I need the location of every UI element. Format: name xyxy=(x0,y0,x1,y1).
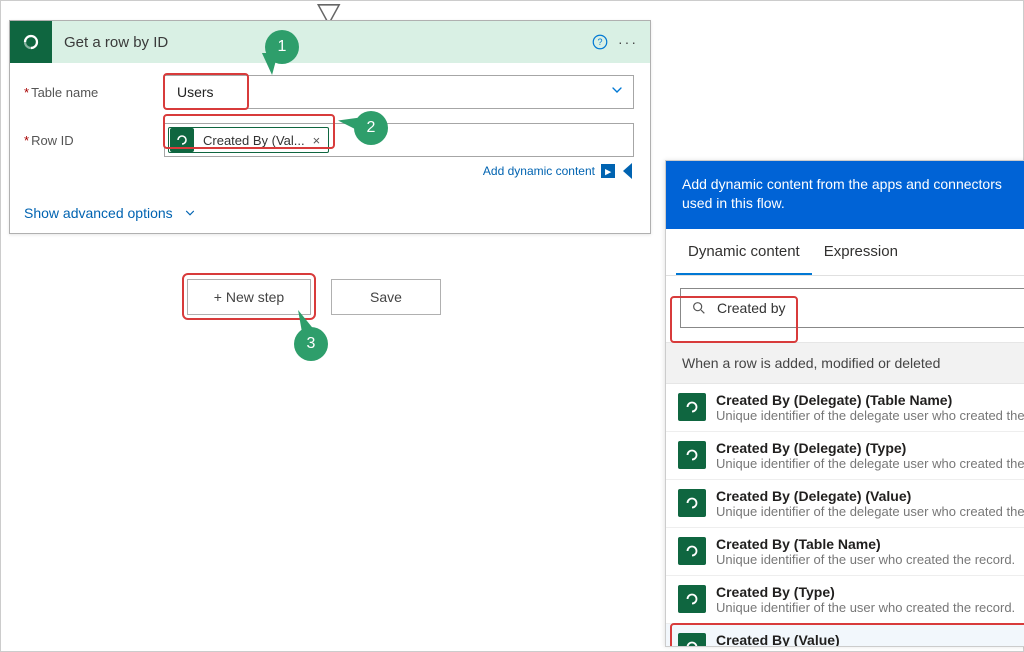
field-row-id: *Row ID Created By (Val... × xyxy=(24,123,634,157)
dataverse-icon xyxy=(678,489,706,517)
table-name-label: *Table name xyxy=(24,85,164,100)
callout-badge-2: 2 xyxy=(354,111,388,145)
save-button[interactable]: Save xyxy=(331,279,441,315)
callout-badge-1: 1 xyxy=(265,30,299,64)
list-item[interactable]: Created By (Type) Unique identifier of t… xyxy=(666,576,1024,624)
add-dynamic-content-icon[interactable]: ▸ xyxy=(601,164,615,178)
card-title: Get a row by ID xyxy=(52,34,586,51)
dataverse-icon xyxy=(10,21,52,63)
list-item[interactable]: Created By (Delegate) (Value) Unique ide… xyxy=(666,480,1024,528)
field-table-name: *Table name Users xyxy=(24,75,634,109)
dataverse-icon xyxy=(678,537,706,565)
table-name-input[interactable]: Users xyxy=(164,75,634,109)
tab-expression[interactable]: Expression xyxy=(812,229,910,275)
row-id-token[interactable]: Created By (Val... × xyxy=(168,127,329,153)
chevron-down-icon[interactable] xyxy=(609,82,625,103)
highlight-dynamic-content-tab xyxy=(670,296,798,343)
list-item[interactable]: Created By (Delegate) (Type) Unique iden… xyxy=(666,432,1024,480)
dynamic-content-panel: Add dynamic content from the apps and co… xyxy=(665,160,1024,647)
card-menu-icon[interactable]: ··· xyxy=(614,28,642,56)
dc-list: Created By (Delegate) (Table Name) Uniqu… xyxy=(666,384,1024,647)
dataverse-icon xyxy=(170,128,194,152)
card-header[interactable]: Get a row by ID ? ··· xyxy=(10,21,650,63)
chevron-down-icon xyxy=(183,206,197,220)
dc-section-title: When a row is added, modified or deleted xyxy=(666,342,1024,384)
add-dynamic-content-link[interactable]: Add dynamic content xyxy=(483,164,595,178)
highlight-created-by-value xyxy=(670,623,1024,647)
list-item[interactable]: Created By (Table Name) Unique identifie… xyxy=(666,528,1024,576)
table-name-value: Users xyxy=(173,84,251,100)
dataverse-icon xyxy=(678,585,706,613)
list-item[interactable]: Created By (Delegate) (Table Name) Uniqu… xyxy=(666,384,1024,432)
tab-dynamic-content[interactable]: Dynamic content xyxy=(676,229,812,275)
row-id-input[interactable]: Created By (Val... × xyxy=(164,123,634,157)
token-label: Created By (Val... xyxy=(195,133,311,148)
action-card: Get a row by ID ? ··· *Table name Users … xyxy=(9,20,651,234)
dynamic-content-header: Add dynamic content from the apps and co… xyxy=(666,161,1024,229)
close-icon[interactable]: × xyxy=(311,133,329,148)
new-step-button[interactable]: + New step xyxy=(187,279,311,315)
callout-badge-3: 3 xyxy=(294,327,328,361)
dataverse-icon xyxy=(678,441,706,469)
help-icon[interactable]: ? xyxy=(586,28,614,56)
panel-pointer-icon xyxy=(623,163,632,179)
svg-text:?: ? xyxy=(597,37,602,47)
show-advanced-options[interactable]: Show advanced options xyxy=(10,193,650,233)
row-id-label: *Row ID xyxy=(24,133,164,148)
dataverse-icon xyxy=(678,393,706,421)
